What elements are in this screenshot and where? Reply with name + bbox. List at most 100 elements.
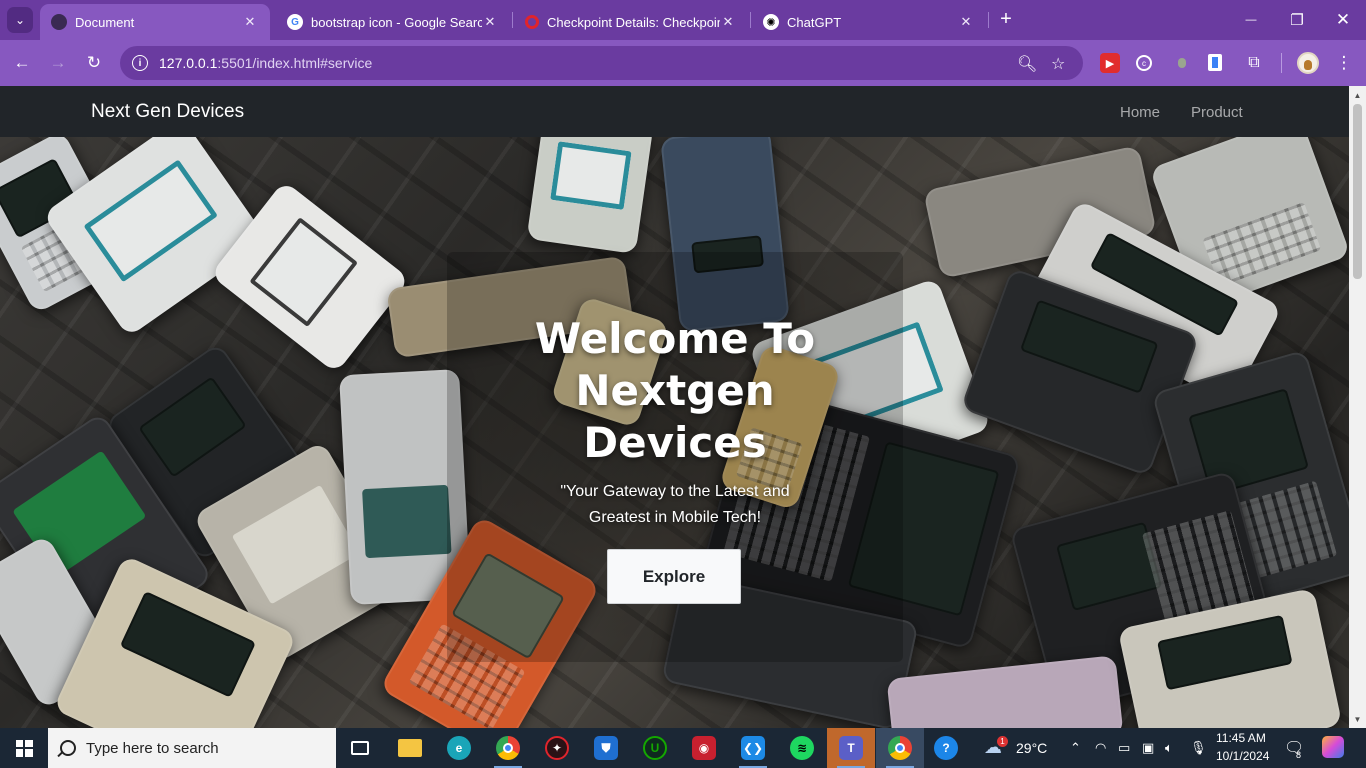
chrome-icon [496,736,520,760]
taskbar-search-box[interactable]: Type here to search [48,728,336,768]
browser-menu-button[interactable]: ⋮ [1330,49,1358,77]
page-viewport: Next Gen Devices Home Product Welcome To… [0,86,1366,728]
back-button[interactable]: ← [8,49,36,77]
nav-link-home[interactable]: Home [1120,104,1160,121]
close-window-button[interactable]: ✕ [1320,0,1366,40]
chatgpt-icon: ✺ [763,14,779,30]
taskbar-chrome-active[interactable] [876,728,924,768]
start-button[interactable] [0,728,48,768]
forward-button[interactable]: → [44,49,72,77]
toolbar-separator [1281,53,1282,73]
tab-google-search[interactable]: G bootstrap icon - Google Search ✕ [276,4,510,40]
speaker-icon[interactable]: 🔈︎ [1165,740,1173,756]
teams-icon: T [839,736,863,760]
chevron-up-icon[interactable]: ⌃ [1070,740,1081,756]
browser-toolbar: ← → ↻ i 127.0.0.1:5501/index.html#servic… [0,40,1366,86]
phone-shape [526,137,654,255]
taskbar-help[interactable]: ? [922,728,970,768]
new-tab-button[interactable]: + [994,8,1018,32]
extension-doc-icon[interactable] [1208,54,1222,71]
reload-button[interactable]: ↻ [80,49,108,77]
close-tab-icon[interactable]: ✕ [482,14,498,30]
google-icon: G [287,14,303,30]
wifi-icon[interactable]: ◠ [1095,740,1106,756]
taskbar-chrome[interactable] [484,728,532,768]
nav-link-product[interactable]: Product [1191,104,1243,121]
youtube-extension-icon[interactable]: ▶ [1100,53,1120,73]
shield-icon: ⛊ [594,736,618,760]
clock-date[interactable]: 10/1/2024 [1216,749,1269,763]
help-icon: ? [934,736,958,760]
red-gear-icon: ✦ [545,736,569,760]
tab-chatgpt[interactable]: ✺ ChatGPT ✕ [752,4,986,40]
search-placeholder: Type here to search [86,739,219,757]
page-scrollbar[interactable]: ▲ ▼ [1349,86,1366,728]
meet-now-icon[interactable]: ▣ [1142,740,1154,756]
taskbar-app-upwork[interactable]: U [631,728,679,768]
hero-subtitle: "Your Gateway to the Latest and Greatest… [560,483,790,526]
taskbar-teams[interactable]: T [827,728,875,768]
restore-icon: ❐ [1290,12,1304,29]
tab-separator [988,12,989,28]
hero-title: Welcome To Nextgen Devices [534,314,816,467]
task-view-icon [351,741,369,755]
scroll-up-icon[interactable]: ▲ [1349,88,1366,102]
hero-section: Welcome To Nextgen Devices "Your Gateway… [0,137,1349,728]
tab-separator [750,12,751,28]
restore-button[interactable]: ❐ [1274,0,1320,40]
close-tab-icon[interactable]: ✕ [242,14,258,30]
address-bar[interactable]: i 127.0.0.1:5501/index.html#service 🔍︎ ☆ [120,46,1083,80]
taskbar-edge[interactable]: e [435,728,483,768]
edge-icon: e [447,736,471,760]
puzzle-extensions-icon[interactable]: ⧉ [1244,53,1264,73]
taskbar-app-shield[interactable]: ⛊ [582,728,630,768]
taskbar-app-recorder[interactable]: ◉ [680,728,728,768]
extension-dot-icon[interactable] [1172,53,1192,73]
scroll-thumb[interactable] [1353,104,1362,279]
folder-icon [398,739,422,757]
url-path: :5501/index.html#service [217,55,373,71]
phone-shape [886,655,1124,728]
microphone-icon[interactable]: 🎙︎ [1190,740,1207,756]
upwork-icon: U [643,736,667,760]
weather-badge: 1 [997,736,1008,747]
tab-search-menu-button[interactable]: ⌄ [7,7,33,33]
navbar-brand[interactable]: Next Gen Devices [91,101,244,123]
tab-checkpoint[interactable]: Checkpoint Details: Checkpoint ✕ [514,4,748,40]
minimize-button[interactable]: — [1228,0,1274,40]
browser-tab-bar: ⌄ Document ✕ G bootstrap icon - Google S… [0,0,1366,40]
tab-document[interactable]: Document ✕ [40,4,270,40]
taskbar-app-red[interactable]: ✦ [533,728,581,768]
task-view-button[interactable] [336,728,384,768]
zoom-icon[interactable]: 🔍︎ [1017,54,1037,74]
weather-temperature[interactable]: 29°C [1016,740,1047,756]
tab-title: Document [75,14,135,30]
tab-title: Checkpoint Details: Checkpoint [547,14,720,30]
arrow-left-icon: ← [13,53,31,72]
taskbar-spotify[interactable]: ≋ [778,728,826,768]
notification-count: 8 [1296,750,1302,760]
globe-icon [51,14,67,30]
site-navbar: Next Gen Devices Home Product [0,86,1349,137]
search-icon [60,740,76,756]
tab-title: bootstrap icon - Google Search [311,14,482,30]
clock-time[interactable]: 11:45 AM [1216,731,1266,745]
recorder-icon: ◉ [692,736,716,760]
copilot-icon[interactable] [1322,736,1344,758]
close-tab-icon[interactable]: ✕ [720,14,736,30]
extension-c-icon[interactable]: c [1136,55,1152,71]
scroll-down-icon[interactable]: ▼ [1349,712,1366,726]
battery-icon[interactable]: ▭ [1118,740,1130,756]
spotify-icon: ≋ [790,736,814,760]
explore-button[interactable]: Explore [607,549,741,604]
url-host: 127.0.0.1 [159,55,218,71]
notification-icon[interactable]: 🗨︎ [1284,738,1304,758]
close-tab-icon[interactable]: ✕ [958,14,974,30]
vscode-icon: ❮❯ [741,736,765,760]
minimize-icon: — [1245,14,1257,26]
taskbar-vscode[interactable]: ❮❯ [729,728,777,768]
site-info-icon[interactable]: i [132,55,148,71]
bookmark-star-icon[interactable]: ☆ [1051,54,1065,74]
taskbar-file-explorer[interactable] [386,728,434,768]
profile-avatar[interactable] [1297,52,1319,74]
